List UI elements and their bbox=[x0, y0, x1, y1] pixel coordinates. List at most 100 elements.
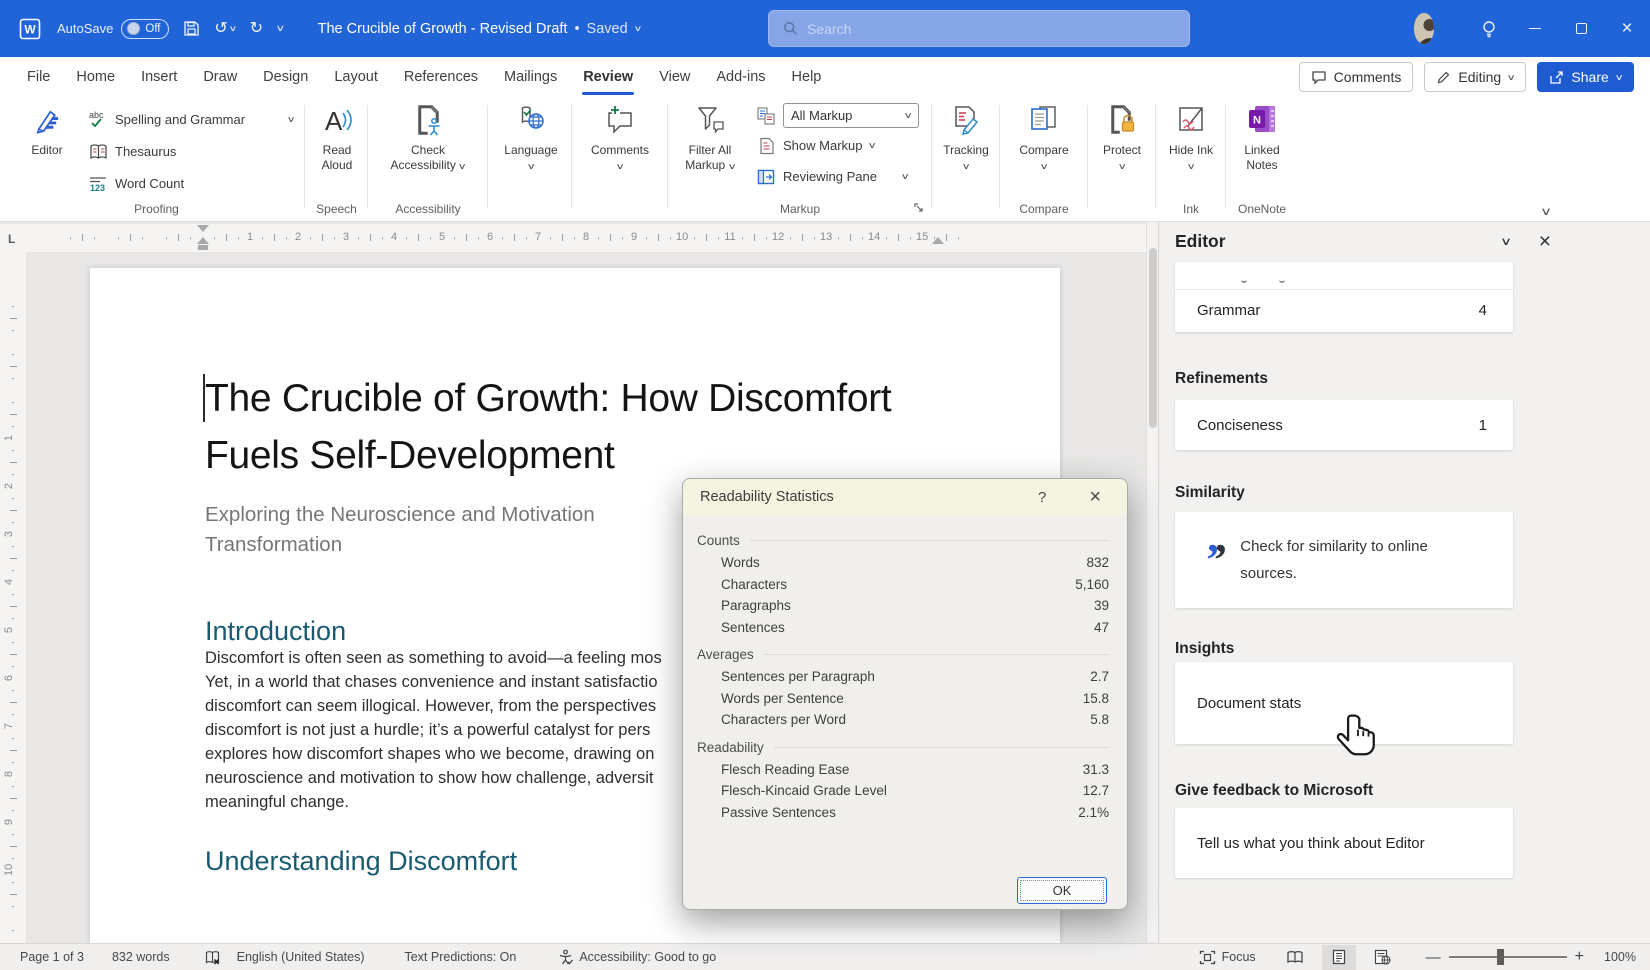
filter-all-markup-button[interactable]: Filter All Markup ∨ bbox=[672, 104, 748, 174]
zoom-level[interactable]: 100% bbox=[1604, 950, 1636, 964]
similarity-card[interactable]: ’’ Check for similarity to online source… bbox=[1175, 512, 1513, 608]
tab-file[interactable]: File bbox=[14, 57, 63, 97]
tab-view[interactable]: View bbox=[646, 57, 703, 97]
spelling-grammar-button[interactable]: abc Spelling and Grammar ∨ bbox=[88, 103, 294, 135]
compare-button[interactable]: Compare∨ bbox=[1014, 104, 1074, 174]
thesaurus-button[interactable]: Thesaurus bbox=[88, 135, 294, 167]
stat-row-sentences: Sentences47 bbox=[697, 617, 1109, 639]
document-heading-title[interactable]: The Crucible of Growth: How Discomfort F… bbox=[205, 370, 891, 484]
restore-button[interactable] bbox=[1558, 0, 1604, 57]
document-subtitle[interactable]: Exploring the Neuroscience and Motivatio… bbox=[205, 500, 595, 560]
tab-home[interactable]: Home bbox=[63, 57, 128, 97]
redo-button[interactable]: ↻ bbox=[250, 21, 263, 37]
focus-mode-button[interactable]: Focus bbox=[1199, 950, 1256, 965]
save-button[interactable] bbox=[183, 20, 200, 37]
reviewing-pane-chevron-icon[interactable]: ∨ bbox=[900, 171, 909, 182]
reviewing-pane-button[interactable]: Reviewing Pane ∨ bbox=[756, 161, 919, 192]
conciseness-row[interactable]: Conciseness1 bbox=[1175, 400, 1513, 450]
svg-text:abc: abc bbox=[89, 110, 104, 120]
all-markup-chevron-icon: ∨ bbox=[903, 110, 912, 121]
document-title[interactable]: The Crucible of Growth - Revised Draft •… bbox=[318, 21, 641, 37]
editor-button[interactable]: Editor bbox=[14, 104, 80, 158]
tab-help[interactable]: Help bbox=[779, 57, 835, 97]
dialog-close-icon[interactable]: × bbox=[1089, 487, 1101, 507]
show-markup-chevron-icon: ∨ bbox=[868, 140, 877, 151]
ok-button[interactable]: OK bbox=[1017, 877, 1107, 904]
print-layout-button[interactable] bbox=[1322, 945, 1356, 970]
protect-button[interactable]: Protect∨ bbox=[1094, 104, 1150, 174]
grammar-row[interactable]: Grammar4 bbox=[1175, 290, 1513, 331]
left-indent-marker[interactable] bbox=[198, 245, 208, 250]
language-button[interactable]: Language∨ bbox=[500, 104, 562, 174]
group-label-onenote: OneNote bbox=[1226, 202, 1298, 216]
tab-design[interactable]: Design bbox=[250, 57, 321, 97]
zoom-slider-thumb[interactable] bbox=[1497, 949, 1504, 965]
read-aloud-button[interactable]: A Read Aloud bbox=[310, 104, 364, 173]
web-layout-button[interactable] bbox=[1366, 945, 1400, 970]
read-mode-button[interactable] bbox=[1278, 945, 1312, 970]
editor-pane-close-icon[interactable]: × bbox=[1539, 230, 1551, 254]
save-status: Saved bbox=[587, 21, 628, 37]
display-for-review-combobox[interactable]: All Markup ∨ bbox=[756, 101, 919, 130]
hanging-indent-marker[interactable] bbox=[197, 237, 209, 244]
right-indent-marker[interactable] bbox=[932, 237, 944, 244]
title-chevron-icon[interactable]: ∨ bbox=[633, 24, 642, 33]
word-app-icon[interactable]: W bbox=[17, 16, 43, 42]
show-markup-button[interactable]: Show Markup ∨ bbox=[756, 130, 919, 161]
editor-pane-chevron-icon[interactable]: ∨ bbox=[1500, 235, 1512, 248]
vertical-ruler[interactable]: 12345678910 bbox=[0, 252, 26, 943]
proofing-errors-icon[interactable] bbox=[204, 950, 221, 965]
share-button[interactable]: Share ∨ bbox=[1537, 62, 1634, 92]
lightbulb-icon[interactable] bbox=[1466, 0, 1512, 57]
markup-dialog-launcher-icon[interactable] bbox=[914, 203, 925, 214]
comments-button[interactable]: Comments bbox=[1299, 62, 1414, 92]
dialog-help-icon[interactable]: ? bbox=[1038, 489, 1046, 506]
close-button[interactable]: × bbox=[1604, 0, 1650, 57]
zoom-in-button[interactable]: + bbox=[1575, 948, 1584, 966]
spelling-row-partial[interactable] bbox=[1175, 262, 1513, 290]
word-count-button[interactable]: 123 Word Count bbox=[88, 167, 294, 199]
editing-mode-button[interactable]: Editing ∨ bbox=[1424, 62, 1526, 92]
spelling-chevron-icon[interactable]: ∨ bbox=[287, 114, 296, 125]
search-input[interactable]: Search bbox=[768, 10, 1190, 47]
tab-draw[interactable]: Draw bbox=[190, 57, 250, 97]
document-body-paragraph[interactable]: Discomfort is often seen as something to… bbox=[205, 646, 662, 814]
first-line-indent-marker[interactable] bbox=[197, 225, 209, 232]
autosave-toggle[interactable]: AutoSave Off bbox=[57, 19, 169, 39]
filter-markup-chevron-icon: ∨ bbox=[727, 159, 736, 174]
collapse-ribbon-icon[interactable]: ∨ bbox=[1540, 205, 1552, 218]
tracking-button[interactable]: Tracking∨ bbox=[938, 104, 994, 174]
undo-chevron-icon[interactable]: ∨ bbox=[228, 25, 237, 33]
document-scrollbar[interactable] bbox=[1146, 222, 1158, 943]
undo-button[interactable]: ↺∨ bbox=[214, 21, 235, 37]
dialog-titlebar[interactable]: Readability Statistics ? × bbox=[683, 479, 1127, 515]
avatar[interactable] bbox=[1414, 0, 1460, 57]
feedback-button[interactable]: Tell us what you think about Editor bbox=[1175, 808, 1513, 878]
ribbon-comments-button[interactable]: Comments∨ bbox=[588, 104, 652, 174]
scrollbar-thumb[interactable] bbox=[1149, 248, 1157, 428]
horizontal-ruler[interactable]: L 123456789101112131415 bbox=[0, 224, 1146, 252]
language-indicator[interactable]: English (United States) bbox=[237, 950, 365, 964]
accessibility-status[interactable]: Accessibility: Good to go bbox=[558, 949, 716, 965]
tab-layout[interactable]: Layout bbox=[321, 57, 391, 97]
tab-add-ins[interactable]: Add-ins bbox=[703, 57, 778, 97]
text-predictions-indicator[interactable]: Text Predictions: On bbox=[404, 950, 516, 964]
customize-qat-icon[interactable]: ∨ bbox=[275, 23, 285, 34]
check-accessibility-button[interactable]: Check Accessibility ∨ bbox=[388, 104, 468, 174]
linked-notes-button[interactable]: N Linked Notes bbox=[1234, 104, 1290, 173]
heading-understanding-discomfort[interactable]: Understanding Discomfort bbox=[205, 846, 517, 877]
page-indicator[interactable]: Page 1 of 3 bbox=[20, 950, 84, 964]
zoom-out-button[interactable]: — bbox=[1426, 949, 1441, 966]
tab-mailings[interactable]: Mailings bbox=[491, 57, 570, 97]
all-markup-dropdown[interactable]: All Markup ∨ bbox=[783, 103, 919, 128]
minimize-button[interactable] bbox=[1512, 0, 1558, 57]
compare-chevron-icon: ∨ bbox=[1039, 159, 1048, 174]
tab-review[interactable]: Review bbox=[570, 57, 646, 97]
word-count-indicator[interactable]: 832 words bbox=[112, 950, 170, 964]
tab-stop-selector[interactable]: L bbox=[8, 232, 15, 246]
heading-introduction[interactable]: Introduction bbox=[205, 616, 346, 647]
zoom-slider[interactable] bbox=[1449, 956, 1567, 958]
tab-references[interactable]: References bbox=[391, 57, 491, 97]
tab-insert[interactable]: Insert bbox=[128, 57, 190, 97]
hide-ink-button[interactable]: Hide Ink ∨ bbox=[1167, 104, 1215, 174]
